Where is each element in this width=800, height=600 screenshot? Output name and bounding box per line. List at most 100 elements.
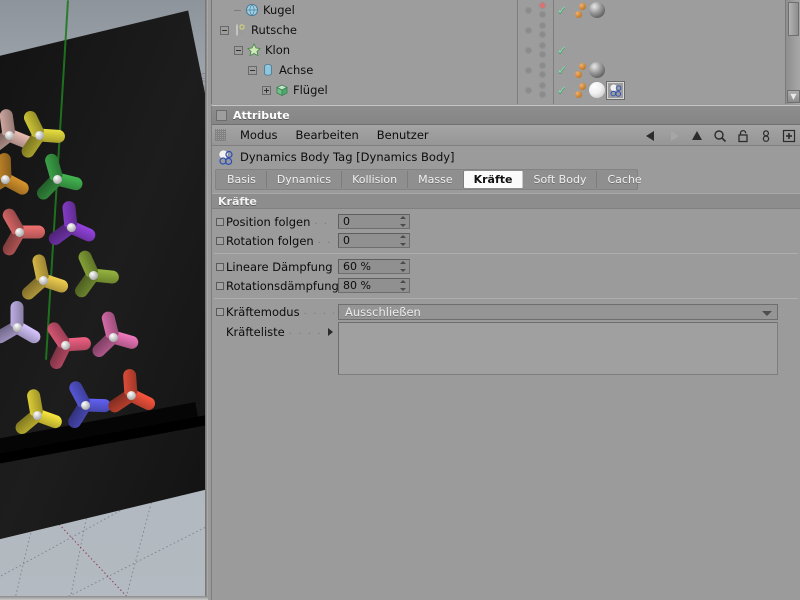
spinner-rotation-folgen[interactable] <box>399 235 406 246</box>
ball-tag-icon[interactable] <box>575 62 586 78</box>
tree-row[interactable]: Rutsche <box>212 20 785 40</box>
scrollbar-down-button[interactable]: ▼ <box>787 90 800 103</box>
menu-bearbeiten[interactable]: Bearbeiten <box>287 128 368 142</box>
field-checkbox-lineare-daempfung[interactable] <box>216 262 224 271</box>
spinner-position-folgen[interactable] <box>399 216 406 227</box>
chevron-down-icon[interactable] <box>762 310 772 316</box>
visibility-dot-render[interactable] <box>538 62 546 69</box>
menu-benutzer[interactable]: Benutzer <box>368 128 438 142</box>
object-tree[interactable]: Kugel ✓ Rutsche Klon ✓ Achse ✓ Flügel ✓ <box>212 0 785 100</box>
expand-triangle-icon[interactable] <box>328 327 333 336</box>
visibility-dot-editor[interactable] <box>524 6 532 14</box>
dropdown-kraeftemodus[interactable]: Ausschließen <box>338 303 778 320</box>
tab-dynamics[interactable]: Dynamics <box>267 171 343 188</box>
enable-check-cell[interactable]: ✓ <box>553 84 571 96</box>
visibility-dot-pair[interactable] <box>538 2 546 18</box>
visibility-dot-render2[interactable] <box>538 11 546 18</box>
visibility-dot-render2[interactable] <box>538 71 546 78</box>
visibility-dot-editor[interactable] <box>524 86 532 94</box>
field-checkbox-rotation-folgen[interactable] <box>216 236 224 245</box>
tree-collapse-icon[interactable] <box>220 25 229 35</box>
material-tag-icon[interactable] <box>589 62 605 78</box>
field-label: Kräftemodus <box>226 304 300 319</box>
listbox-kraefteliste[interactable] <box>338 322 778 375</box>
tags-cell[interactable] <box>571 81 624 99</box>
field-label: Rotationsdämpfung <box>226 278 339 293</box>
tab-basis[interactable]: Basis <box>217 171 267 188</box>
field-row-position-folgen[interactable]: Position folgen . . . . 0 <box>212 212 800 231</box>
visibility-dot-editor[interactable] <box>524 26 532 34</box>
panel-menu-icon[interactable] <box>216 109 227 121</box>
visibility-dot-pair[interactable] <box>538 22 546 38</box>
visibility-dot-render2[interactable] <box>538 31 546 38</box>
dynamics-body-tag-icon[interactable] <box>607 81 624 99</box>
field-row-rotation-folgen[interactable]: Rotation folgen . . . . 0 <box>212 231 800 250</box>
padlock-icon[interactable] <box>736 129 750 143</box>
visibility-dot-render[interactable] <box>538 2 546 9</box>
tree-collapse-icon[interactable] <box>234 45 243 55</box>
tab-soft-body[interactable]: Soft Body <box>523 171 598 188</box>
visibility-dot-pair[interactable] <box>538 62 546 78</box>
material-tag-icon[interactable] <box>589 2 605 18</box>
visibility-dot-editor[interactable] <box>524 46 532 54</box>
field-checkbox-kraeftemodus[interactable] <box>216 307 224 316</box>
ball-tag-icon[interactable] <box>575 2 586 18</box>
attribute-tabs[interactable]: Basis Dynamics Kollision Masse Kräfte Soft Bo… <box>215 169 642 190</box>
magnifier-icon[interactable] <box>713 129 727 143</box>
plus-box-icon[interactable] <box>782 129 796 143</box>
forward-arrow-icon[interactable] <box>667 129 681 143</box>
tags-cell[interactable] <box>571 2 605 18</box>
menu-modus[interactable]: Modus <box>231 128 287 142</box>
ball-tag-icon[interactable] <box>575 82 586 98</box>
field-input-rotation-folgen[interactable]: 0 <box>338 233 410 248</box>
visibility-dot-render[interactable] <box>538 82 546 89</box>
check-icon: ✓ <box>556 3 568 17</box>
tab-cache[interactable]: Cache <box>597 171 651 188</box>
visibility-dot-render[interactable] <box>538 22 546 29</box>
back-arrow-icon[interactable] <box>644 129 658 143</box>
tree-expand-icon[interactable] <box>262 85 271 95</box>
field-row-rotationsdaempfung[interactable]: Rotationsdämpfung 80 % <box>212 276 800 295</box>
visibility-dot-render2[interactable] <box>538 91 546 98</box>
spinner-rotationsdaempfung[interactable] <box>399 280 406 291</box>
panel-grip-icon[interactable] <box>215 129 226 141</box>
field-checkbox-position-folgen[interactable] <box>216 217 224 226</box>
tree-row[interactable]: Flügel ✓ <box>212 80 785 100</box>
spinner-lineare-daempfung[interactable] <box>399 261 406 272</box>
visibility-dot-render[interactable] <box>538 42 546 49</box>
enable-check-cell[interactable]: ✓ <box>553 44 571 56</box>
tab-kollision[interactable]: Kollision <box>342 171 409 188</box>
tree-row-label-cell: Klon <box>212 40 517 60</box>
field-row-kraefteliste[interactable]: Kräfteliste . . . . . . <box>212 322 800 375</box>
tree-row-name: Rutsche <box>251 23 297 37</box>
tab-kr-fte[interactable]: Kräfte <box>463 171 524 188</box>
perspective-viewport[interactable] <box>0 0 208 600</box>
object-manager[interactable]: Kugel ✓ Rutsche Klon ✓ Achse ✓ Flügel ✓ ▼ <box>211 0 800 104</box>
scrollbar-thumb[interactable] <box>788 2 799 36</box>
field-checkbox-rotationsdaempfung[interactable] <box>216 281 224 290</box>
material-tag-icon[interactable] <box>589 82 605 98</box>
field-input-lineare-daempfung[interactable]: 60 % <box>338 259 410 274</box>
tree-collapse-icon[interactable] <box>248 65 257 75</box>
pinwheel-clone <box>64 246 122 304</box>
field-row-kraeftemodus[interactable]: Kräftemodus . . . . . . Ausschließen <box>212 302 800 321</box>
object-manager-scrollbar[interactable]: ▼ <box>785 0 800 104</box>
link-icon[interactable] <box>759 129 773 143</box>
visibility-dot-render2[interactable] <box>538 51 546 58</box>
tree-row[interactable]: Kugel ✓ <box>212 0 785 20</box>
field-value: 0 <box>343 234 350 247</box>
field-input-rotationsdaempfung[interactable]: 80 % <box>338 278 410 293</box>
field-input-position-folgen[interactable]: 0 <box>338 214 410 229</box>
tree-row[interactable]: Achse ✓ <box>212 60 785 80</box>
up-arrow-icon[interactable] <box>690 129 704 143</box>
tags-cell[interactable] <box>571 62 605 78</box>
visibility-dot-pair[interactable] <box>538 42 546 58</box>
field-divider-1 <box>214 253 798 254</box>
field-row-lineare-daempfung[interactable]: Lineare Dämpfung 60 % <box>212 257 800 276</box>
tab-masse[interactable]: Masse <box>408 171 464 188</box>
tree-row[interactable]: Klon ✓ <box>212 40 785 60</box>
enable-check-cell[interactable]: ✓ <box>553 64 571 76</box>
enable-check-cell[interactable]: ✓ <box>553 3 571 17</box>
visibility-dot-pair[interactable] <box>538 82 546 98</box>
visibility-dot-editor[interactable] <box>524 66 532 74</box>
